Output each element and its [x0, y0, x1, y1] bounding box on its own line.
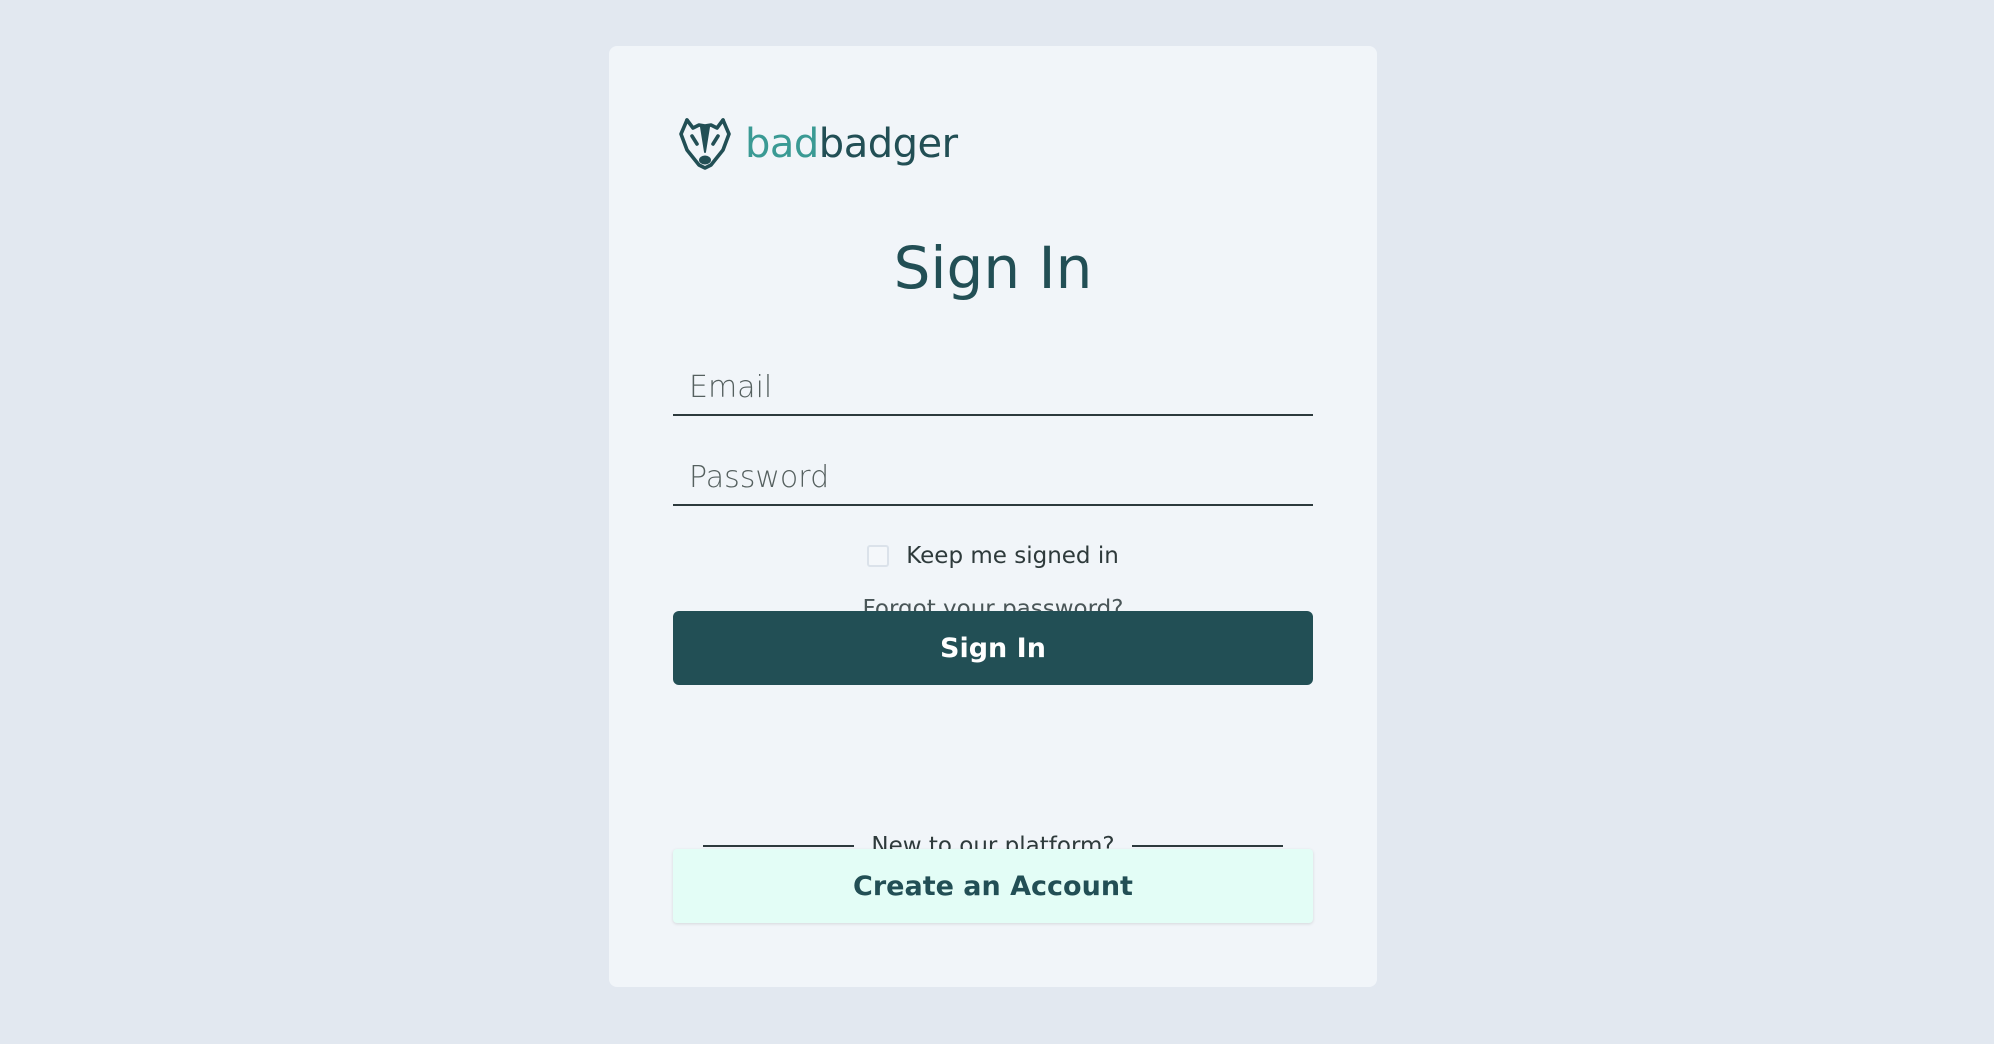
brand-logo[interactable]: badbadger	[677, 116, 958, 172]
email-field	[673, 360, 1313, 416]
divider-line-right	[1131, 845, 1284, 847]
remember-label[interactable]: Keep me signed in	[906, 543, 1119, 569]
email-input[interactable]	[673, 360, 1313, 414]
badger-icon	[677, 116, 733, 172]
sign-in-button[interactable]: Sign In	[673, 611, 1313, 685]
remember-me: Keep me signed in	[609, 538, 1377, 574]
brand-name-part1: bad	[745, 121, 819, 167]
password-input[interactable]	[673, 450, 1313, 504]
create-account-button[interactable]: Create an Account	[673, 849, 1313, 923]
sign-in-card: badbadger Sign In Keep me signed in Forg…	[609, 46, 1377, 987]
brand-name: badbadger	[745, 121, 958, 167]
divider-line-left	[703, 845, 855, 847]
brand-name-part2: badger	[818, 121, 958, 167]
password-field	[673, 450, 1313, 506]
remember-checkbox[interactable]	[867, 545, 890, 567]
page-title: Sign In	[893, 234, 1093, 302]
